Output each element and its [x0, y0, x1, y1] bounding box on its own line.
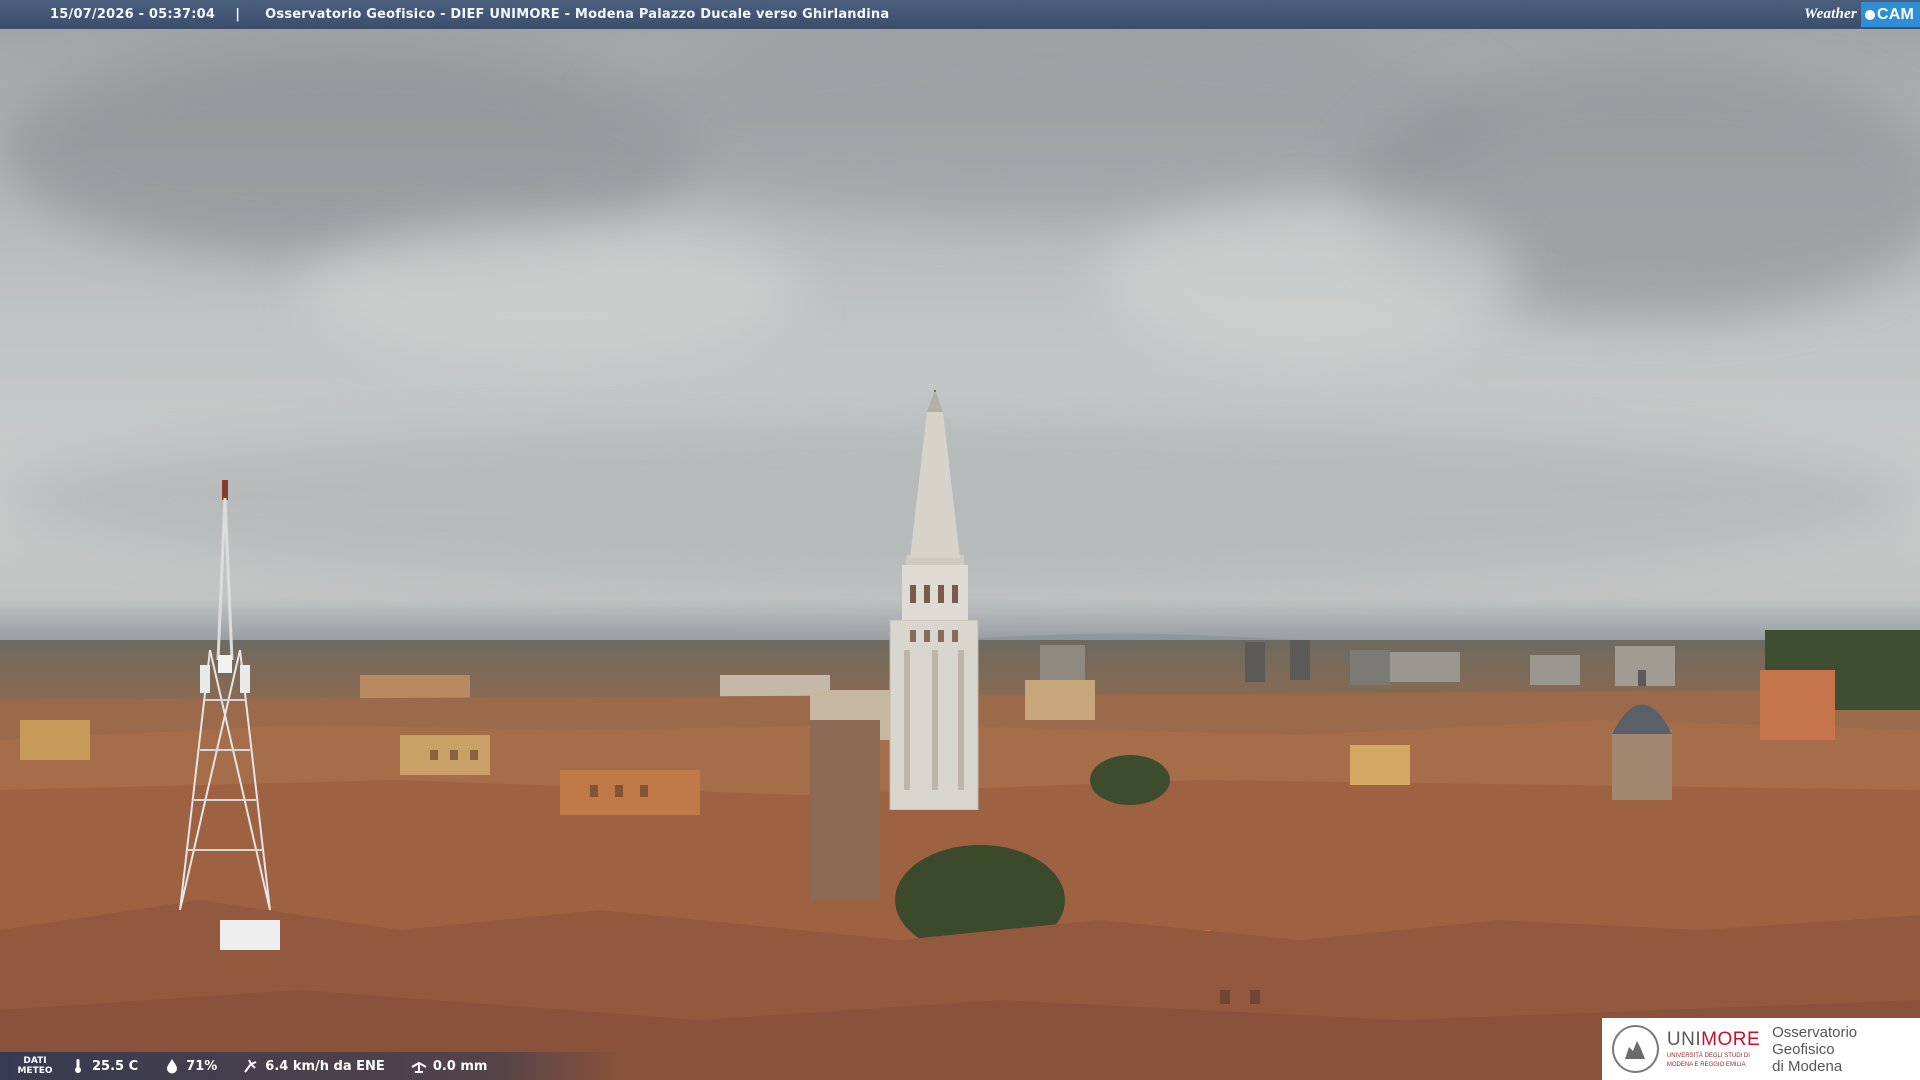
title-separator: | [235, 7, 241, 22]
rain-gauge-icon [411, 1061, 427, 1073]
rain-value: 0.0 mm [432, 1058, 488, 1074]
temperature-value: 25.5 C [92, 1058, 139, 1074]
observatory-name-line-1: Osservatorio Geofisico [1772, 1023, 1858, 1058]
wind-value: 6.4 km/h da ENE [265, 1058, 385, 1074]
rain-reading: 0.0 mm [411, 1058, 488, 1074]
humidity-reading: 71% [164, 1058, 217, 1074]
dati-label: DATI [23, 1056, 47, 1066]
university-seal-icon [1612, 1025, 1659, 1073]
wind-icon [244, 1059, 257, 1073]
weathercam-logo-cam: CAM [1860, 2, 1920, 27]
thermometer-icon [75, 1059, 81, 1073]
humidity-value: 71% [186, 1058, 218, 1074]
camera-title: Osservatorio Geofisico - DIEF UNIMORE - … [265, 7, 890, 22]
top-banner: 15/07/2026 - 05:37:04 | Osservatorio Geo… [0, 0, 1920, 29]
ghirlandina-tower [889, 390, 979, 810]
weathercam-logo-weather: Weather [1804, 6, 1857, 22]
unimore-uni-text: UNI [1666, 1029, 1702, 1050]
temperature-reading: 25.5 C [70, 1058, 138, 1074]
unimore-more-text: MORE [1701, 1029, 1761, 1050]
wind-reading: 6.4 km/h da ENE [243, 1058, 385, 1074]
weathercam-logo: Weather CAM [1804, 0, 1920, 29]
unimore-subtitle-line-2: MODENA E REGGIO EMILIA [1666, 1062, 1746, 1068]
meteo-label: METEO [17, 1066, 53, 1076]
observatory-name: Osservatorio Geofisico di Modena [1772, 1024, 1920, 1075]
unimore-logo: UNIMORE UNIVERSITÀ DEGLI STUDI DI MODENA… [1667, 1029, 1760, 1069]
dati-meteo-label: DATI METEO [0, 1056, 70, 1076]
cam-text: CAM [1876, 6, 1914, 23]
timestamp: 15/07/2026 - 05:37:04 [50, 7, 216, 22]
unimore-subtitle-line-1: UNIVERSITÀ DEGLI STUDI DI [1666, 1053, 1750, 1059]
weather-data-bar: DATI METEO 25.5 C 71% 6.4 km/h da ENE 0.… [0, 1052, 620, 1080]
antenna-mast [179, 480, 280, 950]
humidity-drop-icon [167, 1059, 178, 1074]
observatory-logo: UNIMORE UNIVERSITÀ DEGLI STUDI DI MODENA… [1602, 1018, 1920, 1080]
webcam-image [0, 0, 1920, 1080]
camera-lens-icon [1864, 9, 1875, 20]
observatory-name-line-2: di Modena [1772, 1057, 1843, 1075]
